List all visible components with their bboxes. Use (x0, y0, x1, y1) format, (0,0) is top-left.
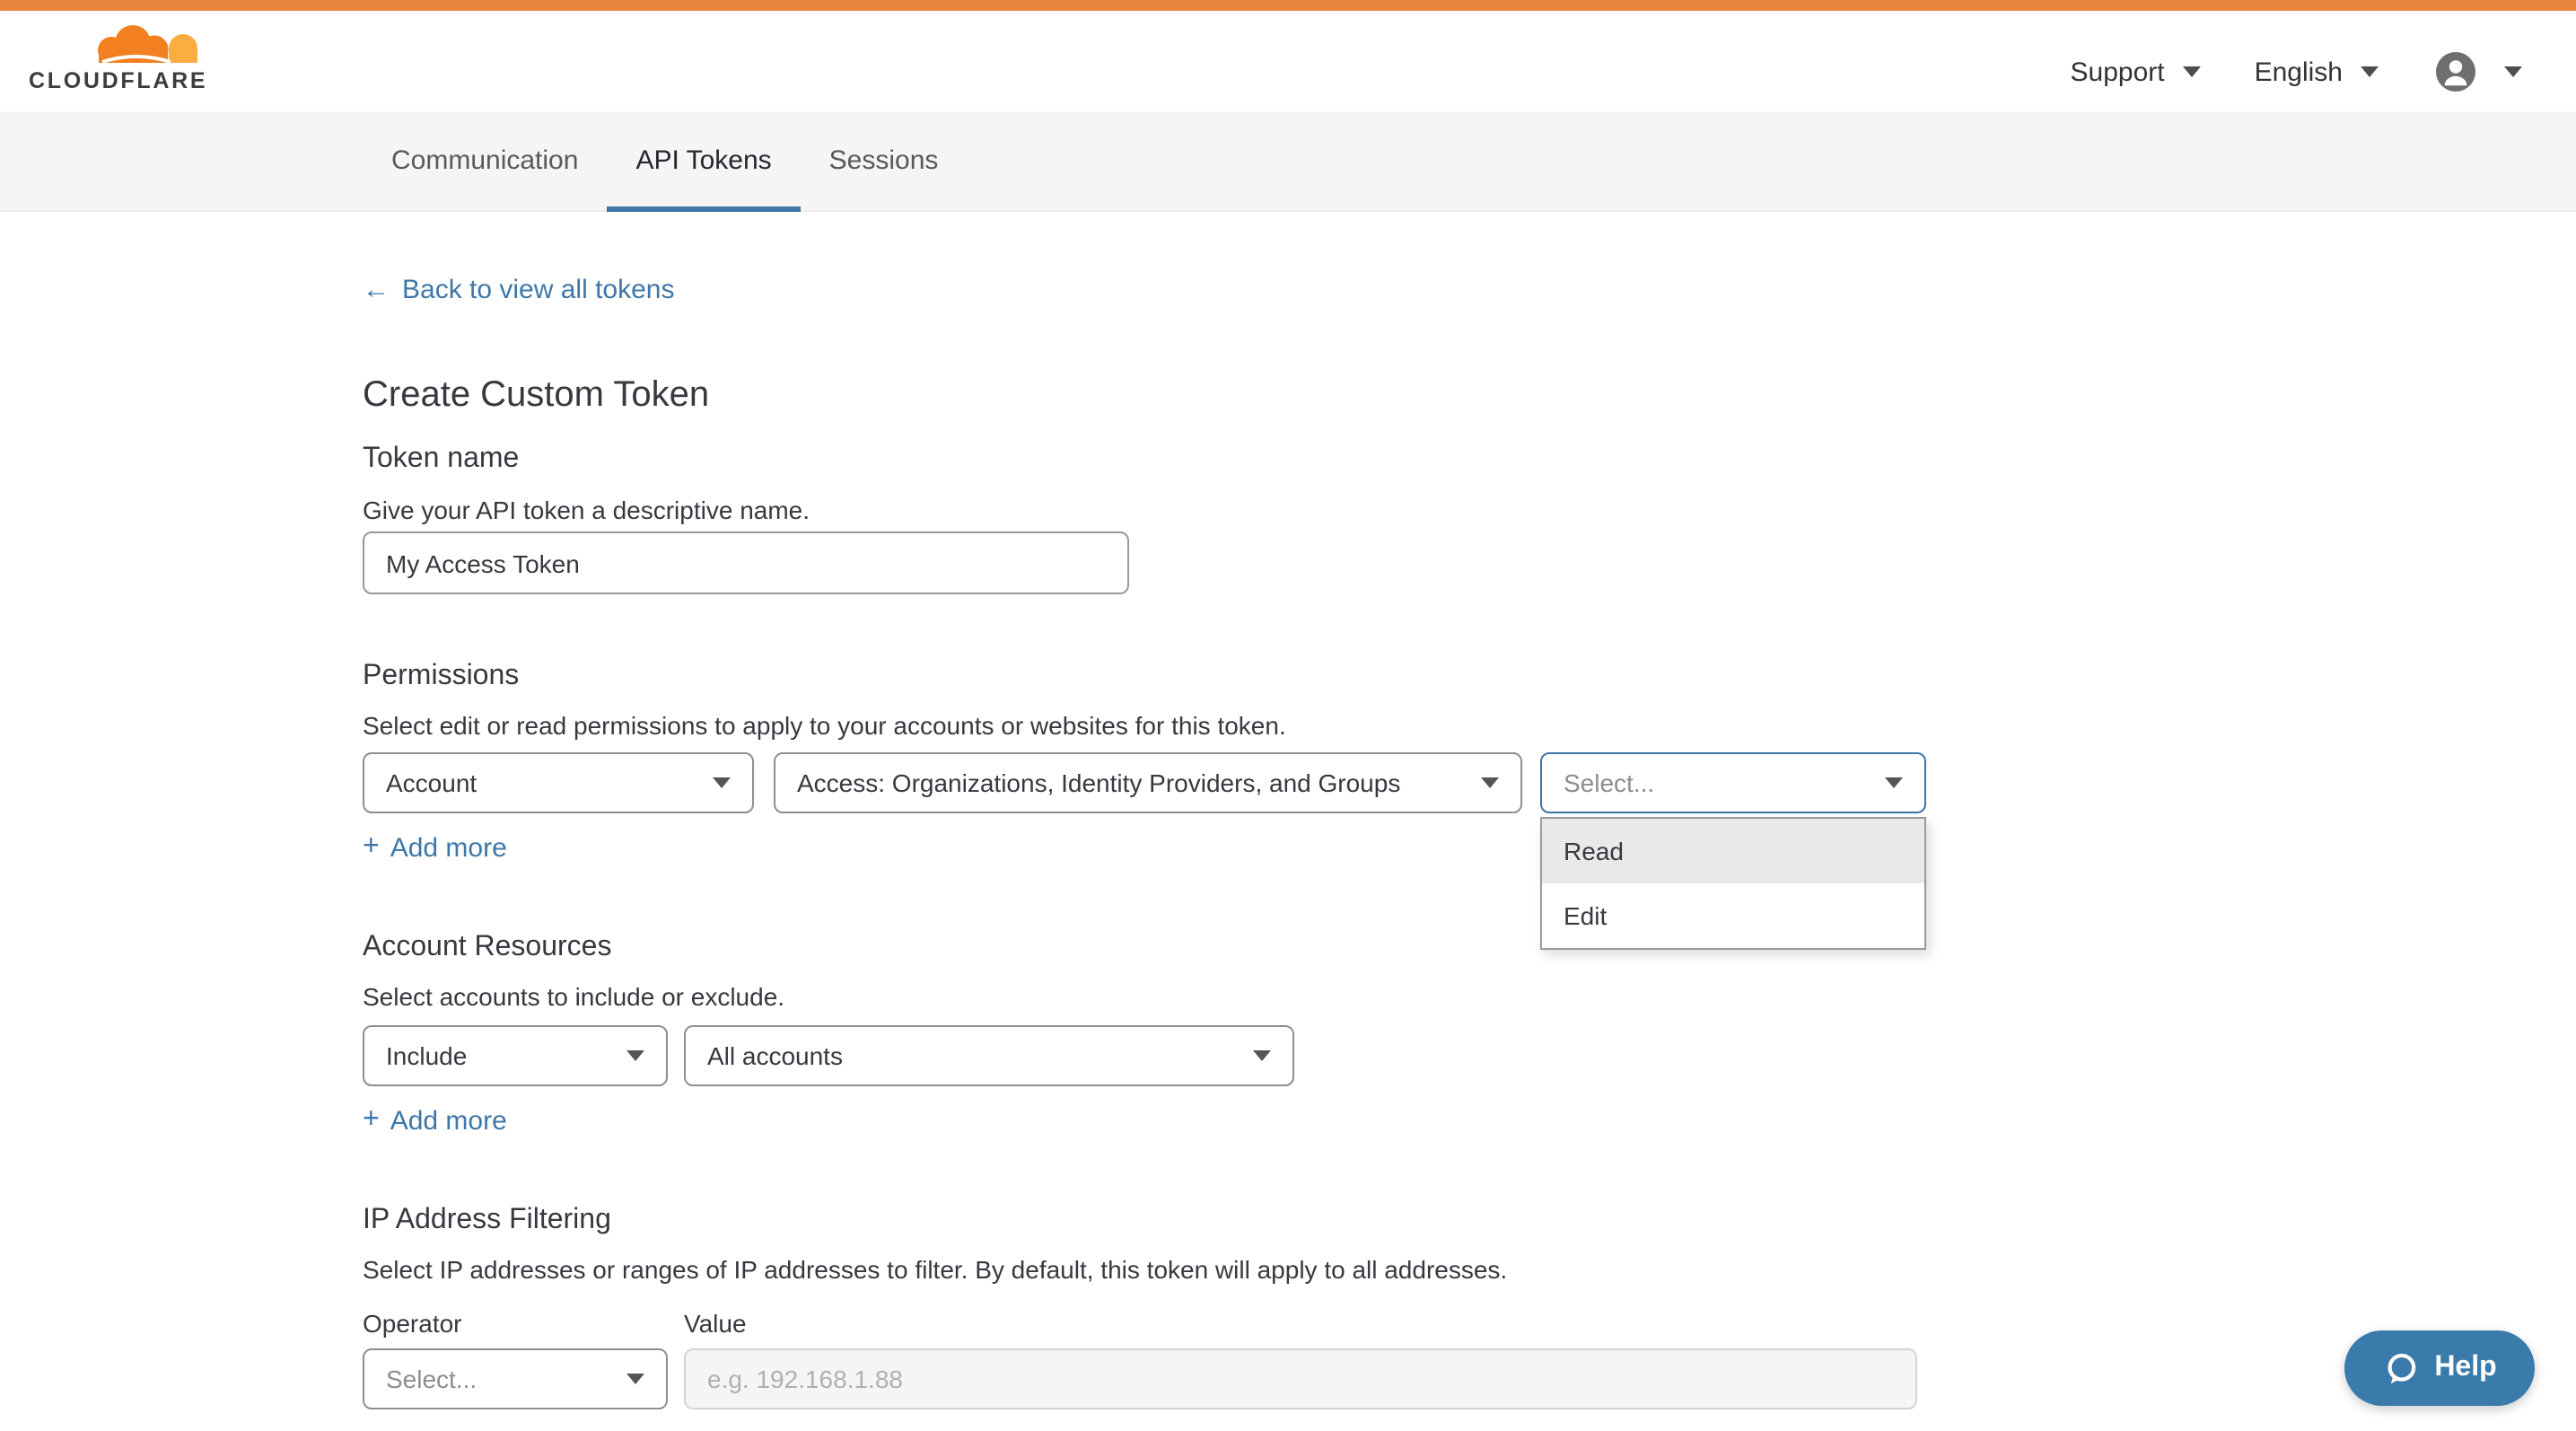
chevron-down-icon (1885, 777, 1903, 788)
tab-bar: Communication API Tokens Sessions (0, 111, 2576, 212)
chat-bubble-icon (2382, 1349, 2420, 1387)
menu-option-read[interactable]: Read (1542, 819, 1924, 883)
menu-option-edit[interactable]: Edit (1542, 883, 1924, 948)
chevron-down-icon (2361, 66, 2379, 77)
help-button[interactable]: Help (2344, 1330, 2535, 1406)
tabs: Communication API Tokens Sessions (363, 111, 2576, 210)
support-menu[interactable]: Support (2071, 57, 2201, 87)
cloudflare-logo-text: CLOUDFLARE (29, 68, 207, 93)
plus-icon: + (363, 1104, 380, 1137)
chevron-down-icon (1481, 777, 1499, 788)
add-more-label: Add more (390, 1105, 507, 1136)
permission-type-value: Account (386, 768, 477, 797)
back-arrow-icon: ← (363, 275, 390, 305)
help-button-label: Help (2434, 1352, 2496, 1384)
account-resources-description: Select accounts to include or exclude. (363, 982, 784, 1011)
permissions-description: Select edit or read permissions to apply… (363, 711, 1286, 740)
account-resources-heading: Account Resources (363, 932, 611, 964)
token-name-description: Give your API token a descriptive name. (363, 496, 810, 524)
permission-scope-value: Access: Organizations, Identity Provider… (797, 768, 1400, 797)
resource-accounts-value: All accounts (707, 1041, 843, 1070)
top-accent-bar (0, 0, 2576, 11)
chevron-down-icon (1253, 1050, 1271, 1061)
resource-mode-select[interactable]: Include (363, 1025, 668, 1086)
ip-operator-select[interactable]: Select... (363, 1348, 668, 1409)
account-menu[interactable] (2432, 48, 2522, 95)
resource-accounts-select[interactable]: All accounts (684, 1025, 1294, 1086)
add-more-permissions-link[interactable]: + Add more (363, 831, 507, 864)
support-menu-label: Support (2071, 57, 2165, 87)
token-name-input[interactable] (363, 531, 1129, 594)
ip-filtering-description: Select IP addresses or ranges of IP addr… (363, 1255, 1507, 1284)
chevron-down-icon (2504, 66, 2522, 77)
chevron-down-icon (2183, 66, 2201, 77)
page: CLOUDFLARE Support English Com (0, 0, 2576, 1431)
ip-filtering-heading: IP Address Filtering (363, 1205, 611, 1237)
permission-level-placeholder: Select... (1564, 768, 1654, 797)
back-link[interactable]: ← Back to view all tokens (363, 275, 675, 305)
permission-level-select[interactable]: Select... (1540, 752, 1926, 813)
cloudflare-logo[interactable]: CLOUDFLARE (29, 23, 207, 93)
page-title: Create Custom Token (363, 375, 709, 417)
cloudflare-cloud-icon (89, 23, 204, 66)
token-name-heading: Token name (363, 443, 519, 476)
language-menu[interactable]: English (2255, 57, 2379, 87)
back-link-label: Back to view all tokens (402, 275, 675, 305)
language-menu-label: English (2255, 57, 2343, 87)
chevron-down-icon (626, 1050, 644, 1061)
chevron-down-icon (626, 1374, 644, 1384)
header-right: Support English (2071, 22, 2523, 122)
add-more-label: Add more (390, 832, 507, 863)
tab-sessions[interactable]: Sessions (801, 111, 968, 210)
ip-value-input[interactable] (684, 1348, 1917, 1409)
value-label: Value (684, 1309, 747, 1338)
operator-label: Operator (363, 1309, 462, 1338)
plus-icon: + (363, 831, 380, 864)
permissions-heading: Permissions (363, 661, 519, 693)
permission-level-menu: Read Edit (1540, 817, 1926, 950)
ip-operator-placeholder: Select... (386, 1365, 477, 1393)
permission-scope-select[interactable]: Access: Organizations, Identity Provider… (774, 752, 1522, 813)
user-avatar-icon (2432, 48, 2479, 95)
permission-type-select[interactable]: Account (363, 752, 754, 813)
header: CLOUDFLARE Support English (0, 11, 2576, 111)
tab-label: Sessions (829, 145, 939, 176)
chevron-down-icon (713, 777, 731, 788)
resource-mode-value: Include (386, 1041, 467, 1070)
add-more-resources-link[interactable]: + Add more (363, 1104, 507, 1137)
tab-api-tokens[interactable]: API Tokens (607, 111, 800, 210)
tab-label: API Tokens (635, 145, 771, 176)
tab-label: Communication (391, 145, 578, 176)
tab-communication[interactable]: Communication (363, 111, 607, 210)
